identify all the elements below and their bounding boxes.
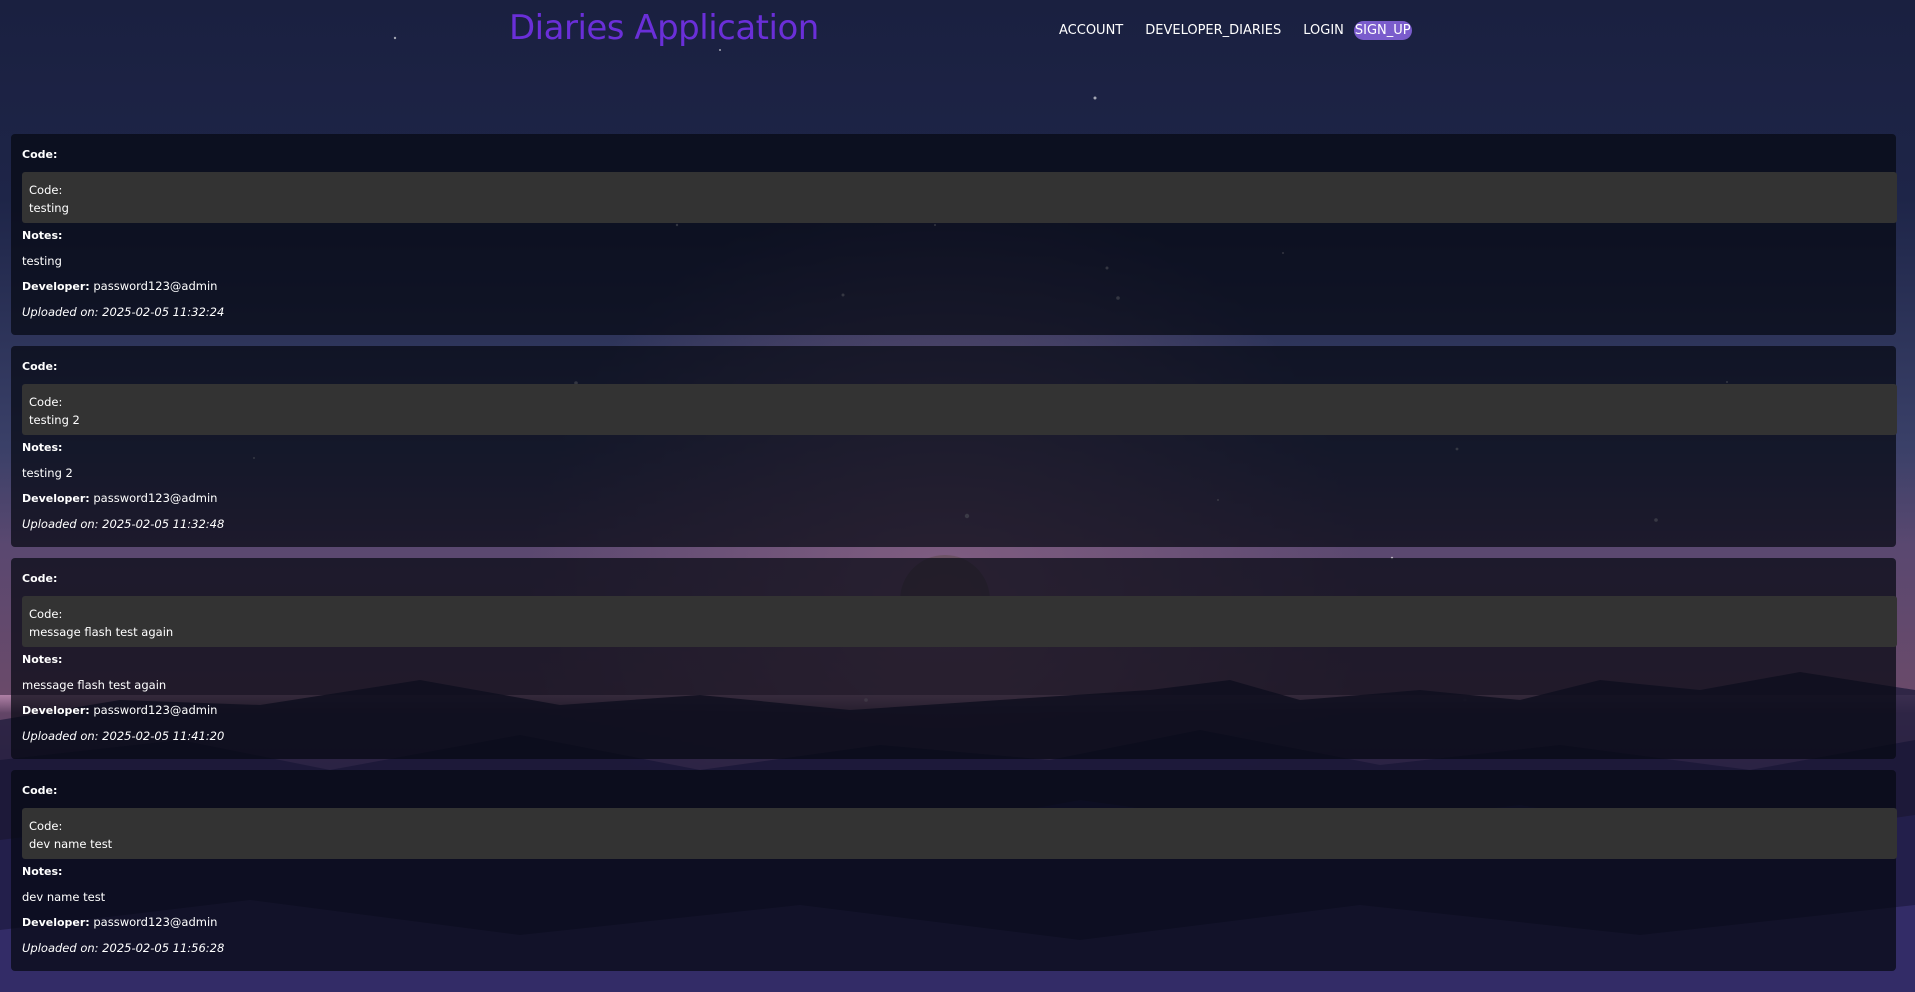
code-block-content: testing 2 (29, 413, 80, 427)
code-block-content: dev name test (29, 837, 113, 851)
diary-entry-card: Code: Code: dev name test Notes: dev nam… (11, 770, 1897, 971)
notes-text: message flash test again (22, 678, 167, 692)
code-label: Code: (22, 784, 58, 797)
app-title[interactable]: Diaries Application (509, 8, 819, 48)
top-navbar: Diaries Application ACCOUNT DEVELOPER_DI… (0, 0, 1915, 62)
code-block: Code: testing (22, 172, 1897, 223)
notes-label: Notes: (22, 653, 63, 666)
code-block-content: testing (29, 201, 69, 215)
nav-link-account[interactable]: ACCOUNT (1059, 23, 1123, 38)
code-block-label: Code: (29, 607, 63, 621)
uploaded-timestamp: Uploaded on: 2025-02-05 11:32:24 (22, 305, 225, 319)
nav-link-developer-diaries[interactable]: DEVELOPER_DIARIES (1145, 23, 1281, 38)
developer-line: Developer: password123@admin (22, 703, 217, 717)
code-label: Code: (22, 148, 58, 161)
nav-link-sign-up[interactable]: SIGN_UP (1353, 21, 1412, 40)
notes-text: testing 2 (22, 466, 73, 480)
code-block-label: Code: (29, 395, 63, 409)
uploaded-timestamp: Uploaded on: 2025-02-05 11:56:28 (22, 941, 225, 955)
code-block-label: Code: (29, 183, 63, 197)
diary-entry-card: Code: Code: testing 2 Notes: testing 2 D… (11, 346, 1897, 547)
diary-entry-card: Code: Code: message flash test again Not… (11, 558, 1897, 759)
notes-label: Notes: (22, 441, 63, 454)
developer-label: Developer: (22, 492, 90, 505)
code-block: Code: message flash test again (22, 596, 1897, 647)
code-label: Code: (22, 572, 58, 585)
code-block: Code: testing 2 (22, 384, 1897, 435)
uploaded-timestamp: Uploaded on: 2025-02-05 11:32:48 (22, 517, 225, 531)
developer-name: password123@admin (93, 491, 218, 505)
notes-text: dev name test (22, 890, 106, 904)
uploaded-timestamp: Uploaded on: 2025-02-05 11:41:20 (22, 729, 225, 743)
nav-link-login[interactable]: LOGIN (1303, 23, 1344, 38)
developer-line: Developer: password123@admin (22, 279, 217, 293)
notes-label: Notes: (22, 865, 63, 878)
notes-text: testing (22, 254, 62, 268)
developer-label: Developer: (22, 280, 90, 293)
developer-label: Developer: (22, 916, 90, 929)
developer-name: password123@admin (93, 915, 218, 929)
developer-line: Developer: password123@admin (22, 491, 217, 505)
code-block-content: message flash test again (29, 625, 174, 639)
diary-entry-card: Code: Code: testing Notes: testing Devel… (11, 134, 1897, 335)
notes-label: Notes: (22, 229, 63, 242)
code-block: Code: dev name test (22, 808, 1897, 859)
developer-name: password123@admin (93, 279, 218, 293)
developer-label: Developer: (22, 704, 90, 717)
code-block-label: Code: (29, 819, 63, 833)
developer-line: Developer: password123@admin (22, 915, 217, 929)
main-nav: ACCOUNT DEVELOPER_DIARIES LOGIN SIGN_UP (1059, 21, 1412, 40)
code-label: Code: (22, 360, 58, 373)
developer-name: password123@admin (93, 703, 218, 717)
